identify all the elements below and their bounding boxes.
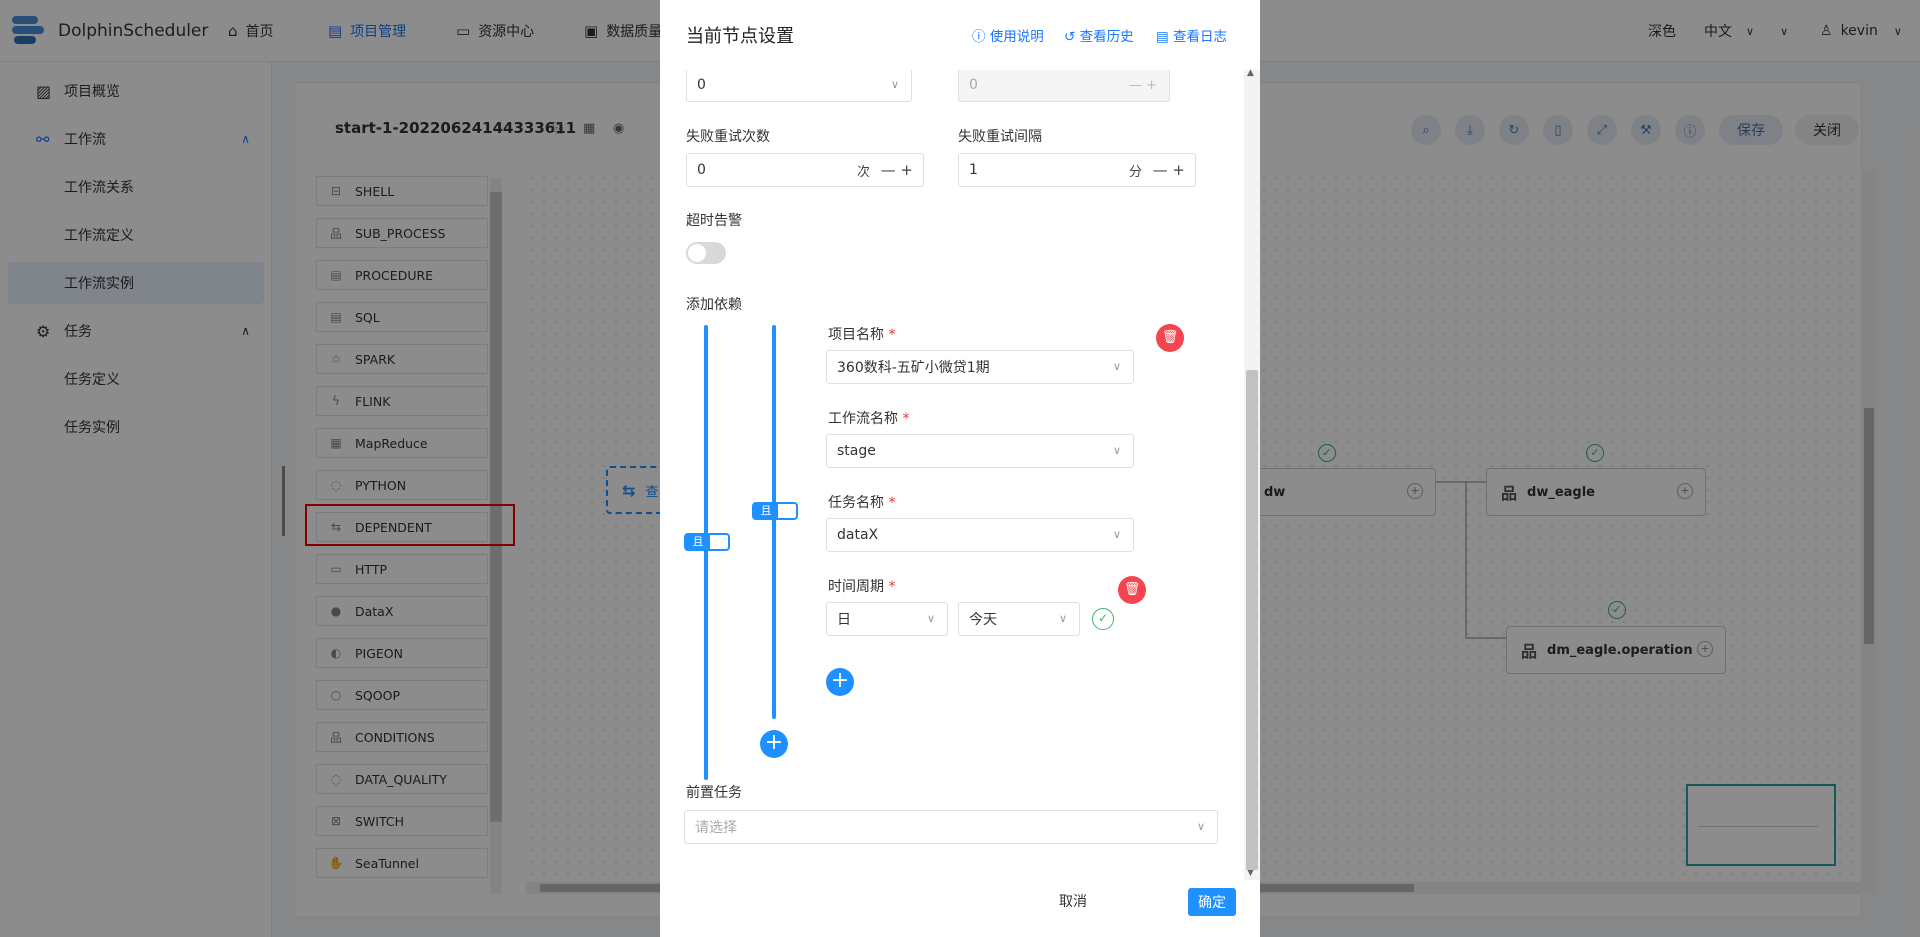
- date-select[interactable]: 今天 ∨: [958, 602, 1080, 636]
- history-icon: ↺: [1064, 29, 1080, 45]
- help-link[interactable]: ⓘ 使用说明: [972, 25, 1044, 45]
- cycle-label-text: 时间周期: [828, 579, 884, 595]
- pre-task-select[interactable]: 请选择 ∨: [684, 810, 1218, 844]
- project-name-value: 360数科-五矿小微贷1期: [837, 360, 990, 376]
- chevron-down-icon: ∨: [1112, 528, 1121, 541]
- workflow-name-label: 工作流名称 *: [828, 408, 909, 428]
- top-select-value: 0: [697, 77, 706, 93]
- trash-icon: 🗑: [1161, 330, 1179, 345]
- retry-times-unit: 次: [857, 164, 871, 180]
- retry-interval-input[interactable]: 1 分 — +: [958, 153, 1196, 187]
- retry-interval-value: 1: [969, 162, 978, 178]
- retry-interval-unit: 分: [1129, 164, 1143, 180]
- drawer-header: 当前节点设置 ⓘ 使用说明 ↺ 查看历史 ▤ 查看日志: [660, 0, 1260, 70]
- add-dependency-button[interactable]: +: [760, 730, 788, 758]
- chevron-down-icon: ∨: [1058, 612, 1067, 625]
- toggle-knob: [688, 244, 706, 262]
- drawer-scroll-thumb[interactable]: [1246, 370, 1258, 870]
- required-mark: *: [888, 579, 896, 595]
- minus-plus-stepper[interactable]: — +: [881, 161, 913, 179]
- plus-icon: +: [830, 668, 850, 693]
- plus-icon: +: [764, 730, 784, 755]
- task-name-select[interactable]: dataX ∨: [826, 518, 1134, 552]
- chevron-down-icon: ∨: [890, 78, 899, 91]
- required-mark: *: [902, 411, 910, 427]
- retry-times-value: 0: [697, 162, 706, 178]
- project-name-select[interactable]: 360数科-五矿小微贷1期 ∨: [826, 350, 1134, 384]
- top-select[interactable]: 0 ∨: [686, 70, 912, 102]
- chevron-down-icon: ∨: [1112, 444, 1121, 457]
- log-icon: ▤: [1156, 29, 1174, 45]
- top-number-value: 0: [969, 77, 978, 93]
- required-mark: *: [888, 495, 896, 511]
- delete-cycle-button[interactable]: 🗑: [1118, 576, 1146, 604]
- workflow-name-value: stage: [837, 443, 876, 459]
- outer-relation-switch[interactable]: 且: [684, 533, 730, 551]
- confirm-button[interactable]: 确定: [1188, 888, 1236, 916]
- trash-icon: 🗑: [1123, 582, 1141, 597]
- outer-relation-line: [704, 325, 708, 780]
- workflow-name-select[interactable]: stage ∨: [826, 434, 1134, 468]
- history-link[interactable]: ↺ 查看历史: [1064, 25, 1134, 45]
- project-name-label-text: 项目名称: [828, 327, 884, 343]
- retry-times-input[interactable]: 0 次 — +: [686, 153, 924, 187]
- cycle-value: 日: [837, 612, 851, 628]
- inner-relation-line: [772, 325, 776, 719]
- question-icon: ⓘ: [972, 29, 990, 45]
- delete-dependency-button[interactable]: 🗑: [1156, 324, 1184, 352]
- minus-plus-stepper[interactable]: — +: [1153, 161, 1185, 179]
- cycle-label: 时间周期 *: [828, 576, 895, 596]
- log-link-label: 查看日志: [1173, 29, 1228, 45]
- task-name-value: dataX: [837, 527, 879, 543]
- task-name-label-text: 任务名称: [828, 495, 884, 511]
- history-link-label: 查看历史: [1079, 29, 1134, 45]
- add-cycle-button[interactable]: +: [826, 668, 854, 696]
- workflow-name-label-text: 工作流名称: [828, 411, 898, 427]
- relation-text: 且: [754, 504, 778, 518]
- relation-text: 且: [686, 535, 710, 549]
- chevron-down-icon: ∨: [1196, 820, 1205, 833]
- scroll-up-icon[interactable]: ▲: [1247, 68, 1254, 78]
- success-check-icon: ✓: [1092, 608, 1114, 630]
- project-name-label: 项目名称 *: [828, 324, 895, 344]
- cancel-button[interactable]: 取消: [1048, 886, 1098, 916]
- cycle-select[interactable]: 日 ∨: [826, 602, 948, 636]
- timeout-toggle[interactable]: [686, 242, 726, 264]
- stepper-icon: — +: [1128, 77, 1157, 93]
- retry-times-label: 失败重试次数: [686, 129, 770, 145]
- help-link-label: 使用说明: [989, 29, 1044, 45]
- node-settings-drawer: 当前节点设置 ⓘ 使用说明 ↺ 查看历史 ▤ 查看日志 0 ∨ 0— + 失败重试…: [660, 0, 1260, 937]
- timeout-label: 超时告警: [686, 213, 742, 229]
- task-name-label: 任务名称 *: [828, 492, 895, 512]
- pre-task-label: 前置任务: [686, 785, 742, 801]
- date-value: 今天: [969, 612, 997, 628]
- add-dependency-label: 添加依赖: [686, 297, 742, 313]
- retry-interval-label: 失败重试间隔: [958, 129, 1042, 145]
- chevron-down-icon: ∨: [926, 612, 935, 625]
- pre-task-placeholder: 请选择: [695, 820, 737, 836]
- inner-relation-switch[interactable]: 且: [752, 502, 798, 520]
- drawer-body: 0 ∨ 0— + 失败重试次数 0 次 — + 失败重试间隔 1 分 — + 超时告警 添…: [660, 70, 1244, 880]
- drawer-title: 当前节点设置: [686, 26, 794, 47]
- log-link[interactable]: ▤ 查看日志: [1156, 25, 1227, 45]
- chevron-down-icon: ∨: [1112, 360, 1121, 373]
- required-mark: *: [888, 327, 896, 343]
- top-number-disabled: 0 — +: [958, 70, 1170, 102]
